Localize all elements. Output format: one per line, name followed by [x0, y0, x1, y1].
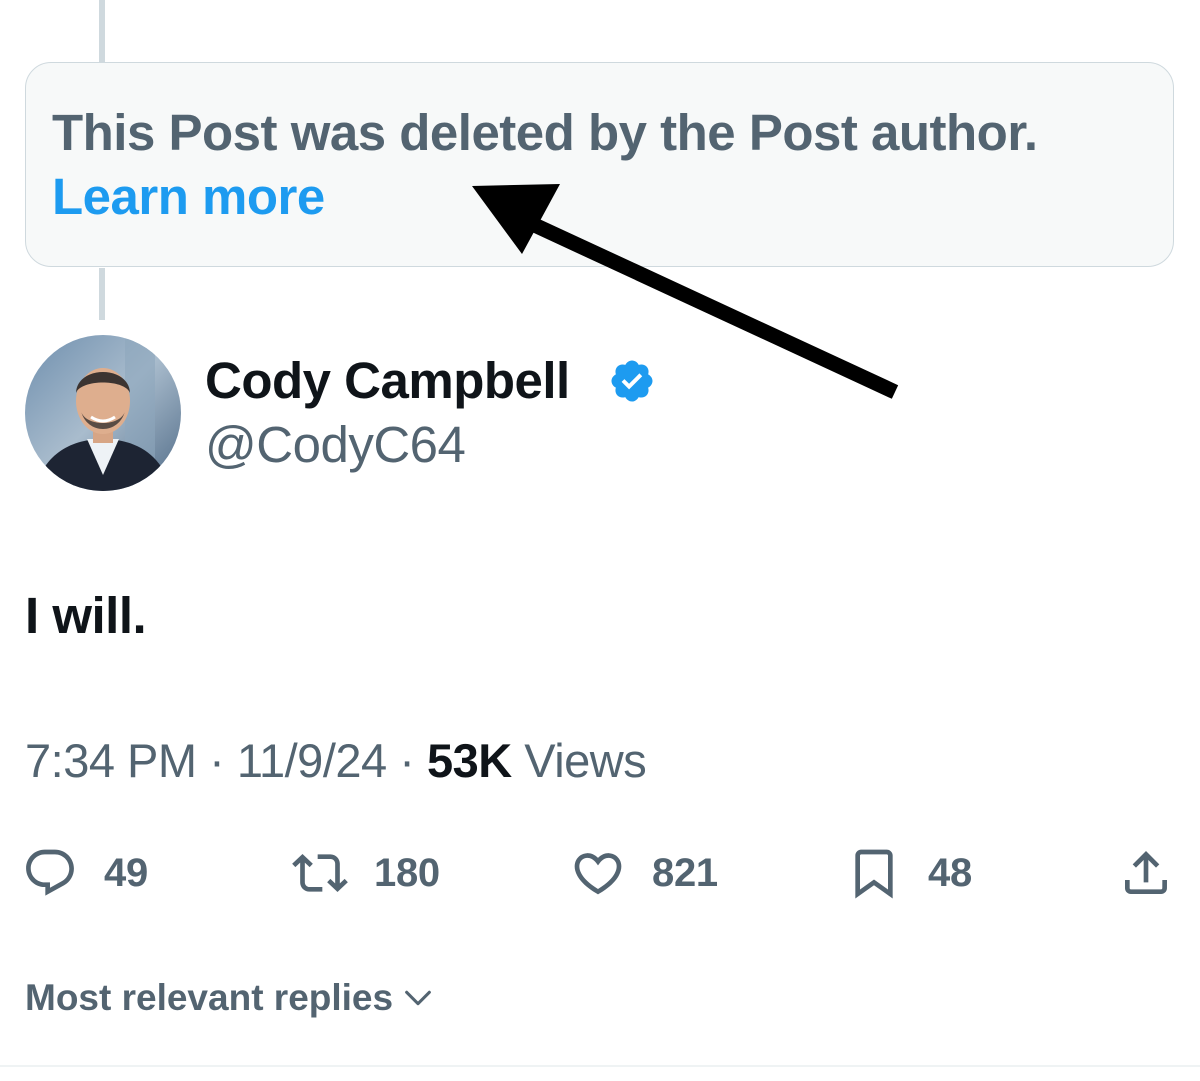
replies-sort-label: Most relevant replies [25, 977, 394, 1018]
views-count[interactable]: 53K [427, 734, 512, 787]
bookmark-button[interactable]: 48 [846, 838, 972, 908]
views-label[interactable]: Views [512, 734, 647, 787]
share-icon [1125, 851, 1167, 894]
learn-more-link[interactable]: Learn more [52, 165, 325, 229]
post-date[interactable]: 11/9/24 [237, 734, 387, 787]
post-actions-bar: 49 180 821 48 [0, 838, 1200, 908]
repost-count: 180 [374, 850, 440, 895]
avatar[interactable] [25, 335, 181, 491]
repost-button[interactable]: 180 [292, 838, 440, 908]
bookmark-icon [855, 849, 893, 899]
thread-connector-line [99, 268, 105, 320]
thread-connector-line [99, 0, 105, 62]
deleted-post-notice: This Post was deleted by the Post author… [25, 62, 1174, 267]
author-name[interactable]: Cody Campbell [205, 348, 570, 414]
bookmark-count: 48 [928, 850, 972, 895]
post-time[interactable]: 7:34 PM [25, 734, 197, 787]
meta-separator: · [196, 734, 237, 787]
replies-sort-dropdown[interactable]: Most relevant replies [25, 972, 435, 1024]
deleted-post-message: This Post was deleted by the Post author… [52, 104, 1038, 161]
reply-icon [26, 849, 74, 896]
heart-icon [574, 853, 622, 895]
chevron-down-icon [405, 990, 431, 1006]
repost-icon [292, 854, 348, 892]
reply-count: 49 [104, 850, 148, 895]
author-handle[interactable]: @CodyC64 [205, 412, 466, 478]
like-button[interactable]: 821 [570, 838, 718, 908]
verified-badge-icon[interactable] [608, 357, 656, 405]
post-metadata: 7:34 PM · 11/9/24 · 53K Views [25, 730, 647, 792]
reply-button[interactable]: 49 [22, 838, 148, 908]
like-count: 821 [652, 850, 718, 895]
post-text: I will. [25, 587, 147, 644]
meta-separator: · [386, 734, 427, 787]
divider [0, 1065, 1200, 1067]
profile-photo-icon [25, 335, 181, 491]
share-button[interactable] [1118, 838, 1174, 908]
